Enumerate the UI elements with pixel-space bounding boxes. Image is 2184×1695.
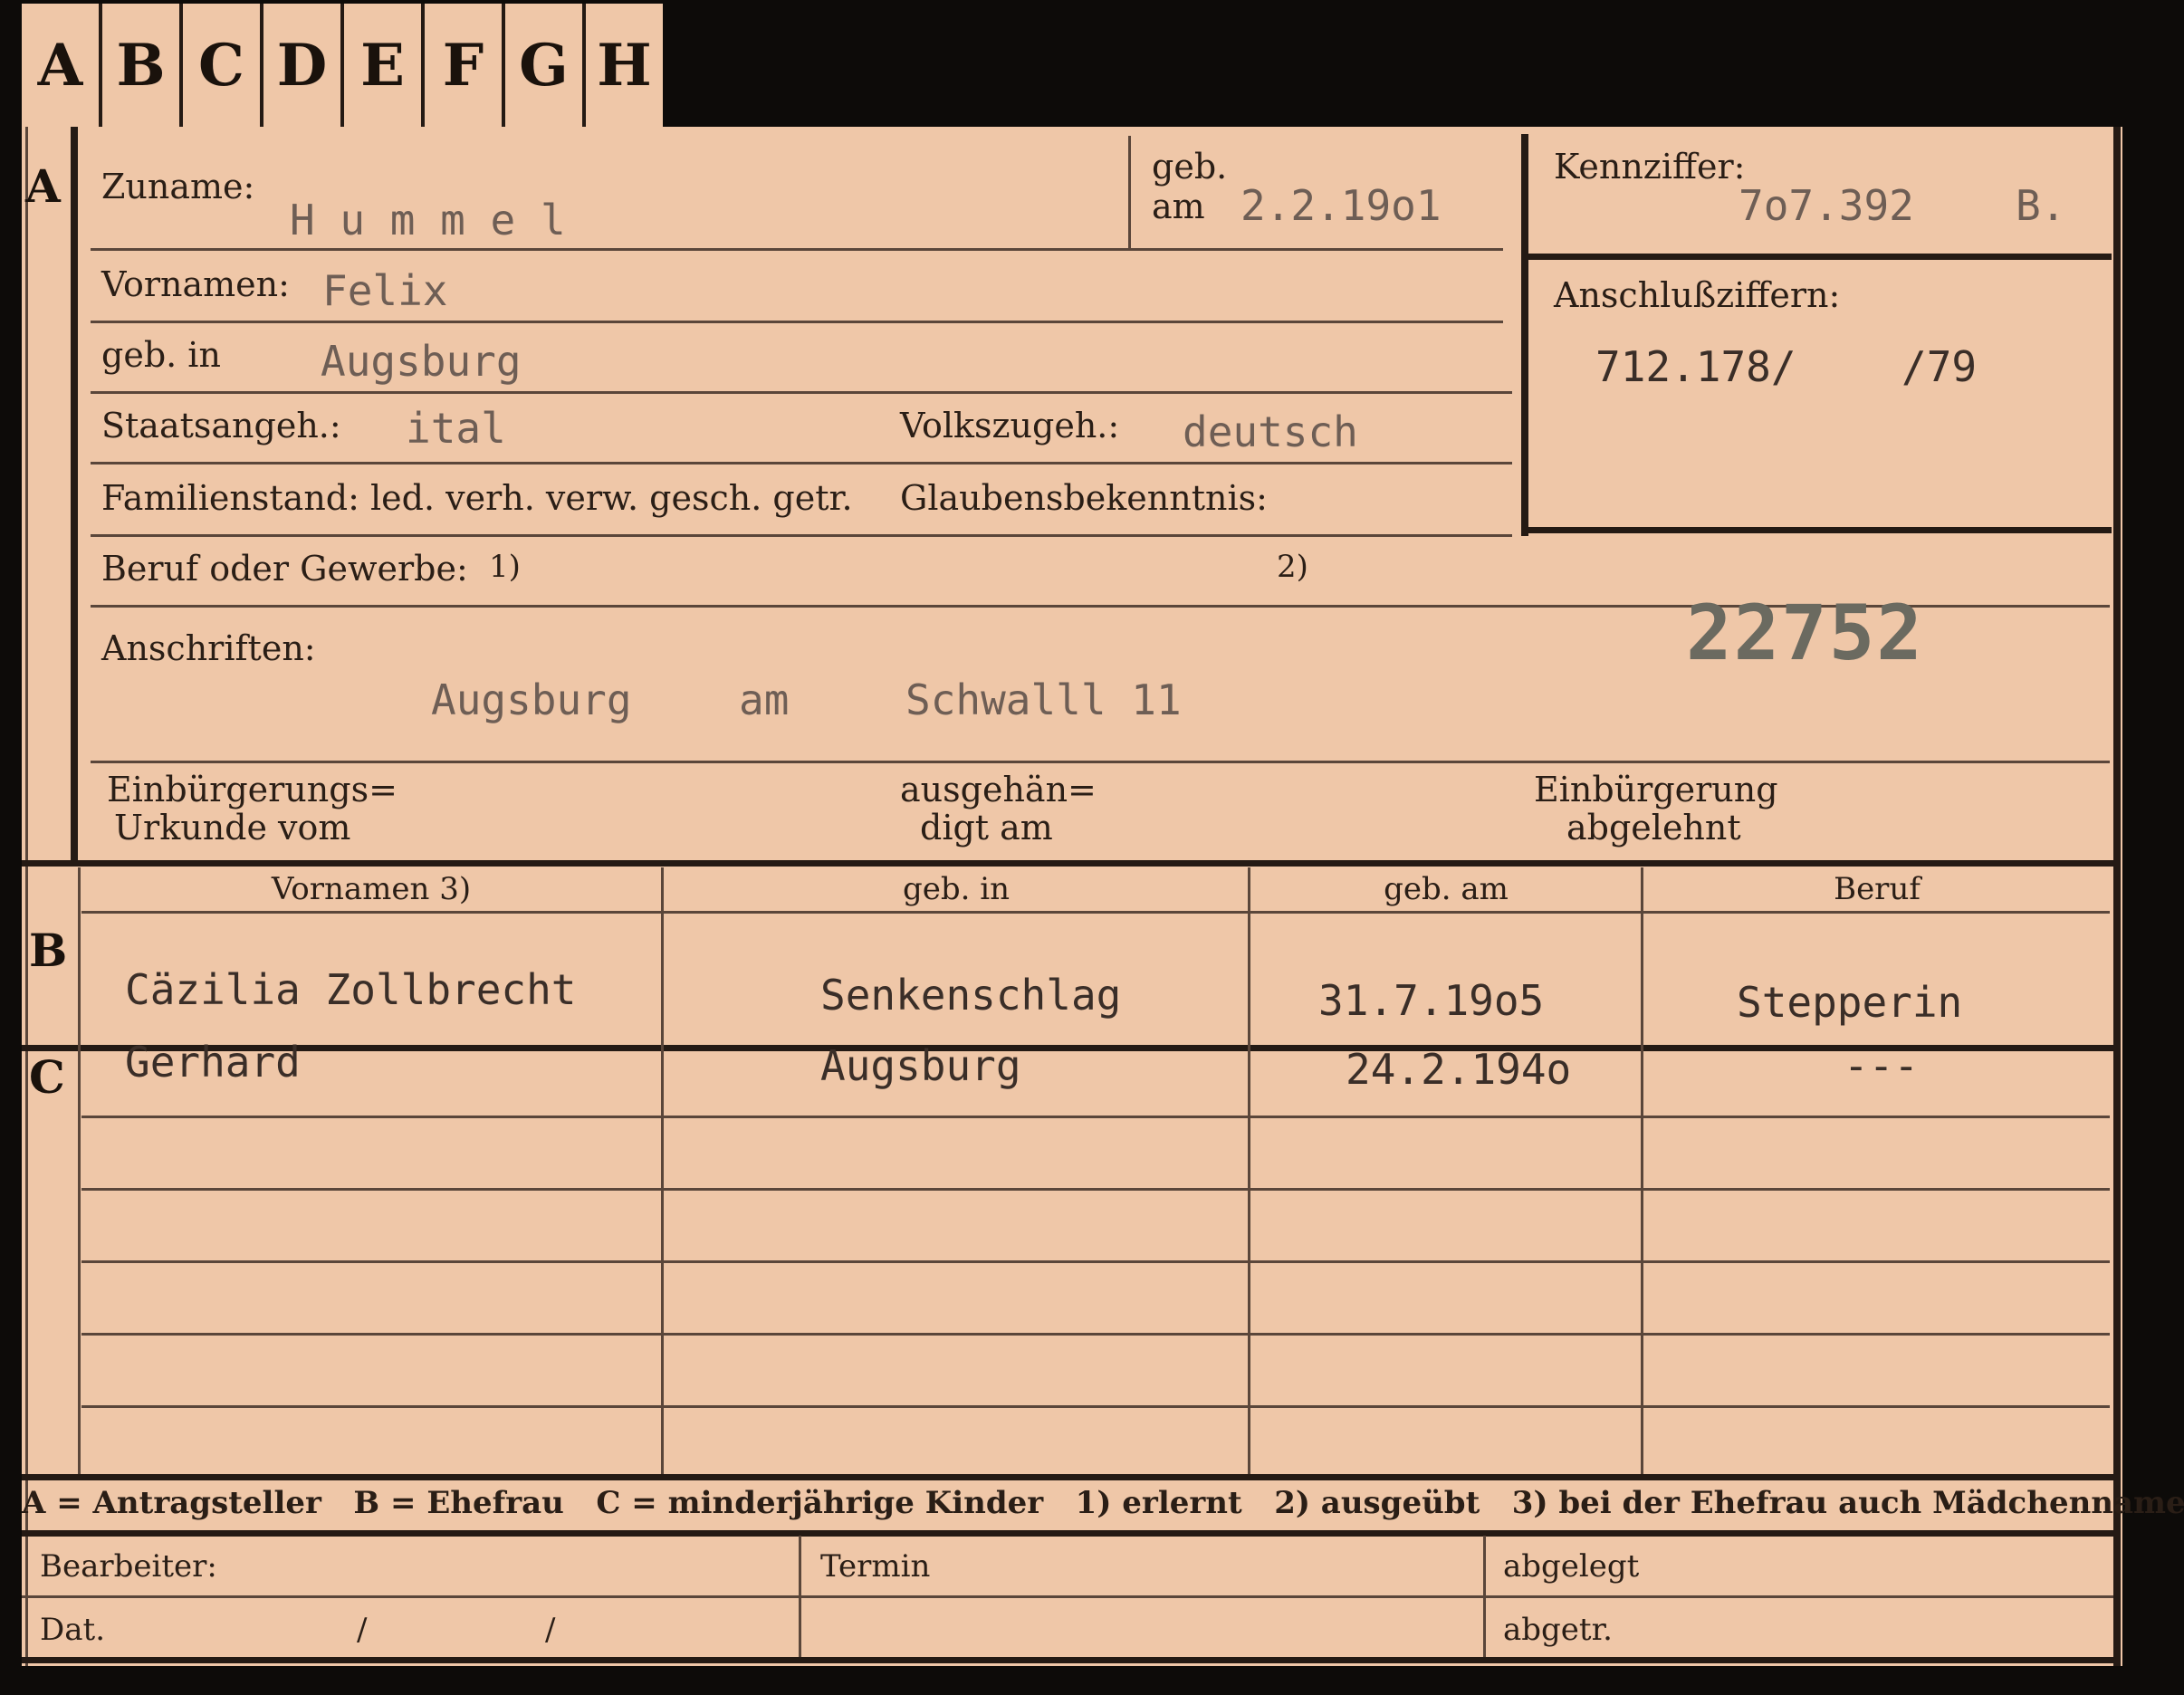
rule: [81, 1116, 2110, 1118]
section-a-divider: [71, 127, 78, 860]
child-name: Gerhard: [125, 1038, 301, 1087]
profession-footnote-1: 1): [489, 549, 521, 585]
tab-c[interactable]: C: [183, 4, 263, 127]
rejected-label-1: Einbürgerung: [1534, 770, 1778, 809]
spouse-children-divider: [22, 1045, 2113, 1051]
ethnicity-label: Volkszugeh.:: [900, 406, 1120, 445]
certificate-label-1: Einbürgerungs=: [107, 770, 398, 809]
spouse-profession: Stepperin: [1737, 978, 1963, 1027]
profession-footnote-2: 2): [1277, 549, 1308, 585]
child-profession: ---: [1844, 1041, 1920, 1090]
handed-label-1: ausgehän=: [900, 770, 1097, 809]
section-a-letter: A: [25, 159, 61, 213]
legend-bottom-border: [22, 1530, 2113, 1537]
spouse-birthplace: Senkenschlag: [820, 971, 1122, 1020]
card-bottom-border: [22, 1657, 2113, 1663]
links-label: Anschlußziffern:: [1554, 275, 1841, 315]
ref-box-mid: [1521, 254, 2112, 260]
rule: [81, 1405, 2110, 1408]
tab-g[interactable]: G: [505, 4, 586, 127]
rule: [91, 321, 1503, 323]
section-c-letter: C: [29, 1050, 65, 1104]
tab-f[interactable]: F: [425, 4, 505, 127]
date-label: Dat.: [40, 1612, 106, 1648]
firstnames-label: Vornamen:: [101, 264, 290, 304]
rule: [81, 1260, 2110, 1263]
column-rule: [661, 867, 664, 1474]
tab-e[interactable]: E: [344, 4, 425, 127]
term-label: Termin: [820, 1548, 931, 1585]
family-status-label: Familienstand: led. verh. verw. gesch. g…: [101, 478, 853, 518]
rule: [91, 462, 1512, 464]
birthplace-value: Augsburg: [321, 337, 522, 386]
spouse-name: Cäzilia Zollbrecht: [125, 965, 577, 1014]
child-birthdate: 24.2.194o: [1346, 1045, 1572, 1094]
column-header-profession: Beruf: [1834, 871, 1921, 907]
ref-box-left: [1521, 134, 1528, 536]
rule: [91, 248, 1503, 251]
legend: A = Antragsteller B = Ehefrau C = minder…: [22, 1485, 2184, 1521]
column-header-firstnames: Vornamen 3): [271, 871, 472, 907]
certificate-label-2: Urkunde vom: [114, 808, 351, 848]
id-suffix: B.: [2016, 181, 2066, 230]
alphabet-tabs: A B C D E F G H: [22, 4, 663, 127]
citizenship-value: ital: [406, 404, 506, 453]
stamp-number: 22752: [1686, 589, 1924, 677]
rule: [91, 761, 2110, 763]
birth-label-am: am: [1152, 187, 1205, 226]
firstnames-value: Felix: [322, 266, 448, 315]
legend-top-border: [22, 1474, 2113, 1480]
child-birthplace: Augsburg: [820, 1041, 1021, 1090]
surname-label: Zuname:: [101, 167, 255, 206]
rule: [81, 911, 2110, 914]
date-sep-1: /: [357, 1612, 368, 1648]
tab-a[interactable]: A: [22, 4, 102, 127]
column-header-birthdate: geb. am: [1384, 871, 1509, 907]
links-value-2: /79: [1901, 342, 1978, 391]
column-header-birthplace: geb. in: [902, 871, 1011, 907]
tab-h[interactable]: H: [586, 4, 663, 127]
date-sep-2: /: [545, 1612, 556, 1648]
rule: [81, 1188, 2110, 1191]
clerk-label: Bearbeiter:: [40, 1548, 217, 1585]
id-value: 7o7.392: [1739, 181, 1914, 230]
birth-label-geb: geb.: [1152, 147, 1228, 187]
rule: [22, 1595, 2113, 1598]
rule: [81, 1333, 2110, 1336]
tab-b[interactable]: B: [102, 4, 183, 127]
ref-box-bottom: [1521, 527, 2112, 533]
column-rule: [1641, 867, 1643, 1474]
addresses-label: Anschriften:: [101, 628, 316, 668]
address-street: Schwalll 11: [905, 675, 1182, 724]
spouse-birthdate: 31.7.19o5: [1318, 976, 1545, 1025]
footer-rule: [1483, 1536, 1486, 1657]
handed-label-2: digt am: [920, 808, 1053, 848]
religion-label: Glaubensbekenntnis:: [900, 478, 1268, 518]
section-b-letter: B: [29, 924, 68, 977]
rule: [91, 391, 1512, 394]
table-left-rule: [78, 867, 81, 1474]
links-value: 712.178/: [1595, 342, 1796, 391]
card-left-border: [25, 127, 28, 1666]
citizenship-label: Staatsangeh.:: [101, 406, 341, 445]
rejected-label-2: abgelehnt: [1566, 808, 1741, 848]
filed-label: abgelegt: [1503, 1548, 1640, 1585]
surname-value: H u m m e l: [290, 196, 566, 244]
birth-date-value: 2.2.19o1: [1240, 181, 1442, 230]
address-am: am: [739, 675, 790, 724]
profession-label: Beruf oder Gewerbe:: [101, 549, 468, 589]
rule: [91, 534, 1512, 537]
id-label: Kennziffer:: [1554, 147, 1746, 187]
sent-label: abgetr.: [1503, 1612, 1613, 1648]
column-rule: [1248, 867, 1250, 1474]
birthplace-label: geb. in: [101, 335, 221, 375]
address-city: Augsburg: [431, 675, 632, 724]
rule: [1128, 136, 1131, 248]
card-right-border: [2113, 127, 2121, 1666]
footer-rule: [799, 1536, 801, 1657]
tab-d[interactable]: D: [263, 4, 344, 127]
table-top-border: [22, 860, 2113, 867]
ethnicity-value: deutsch: [1183, 407, 1358, 456]
